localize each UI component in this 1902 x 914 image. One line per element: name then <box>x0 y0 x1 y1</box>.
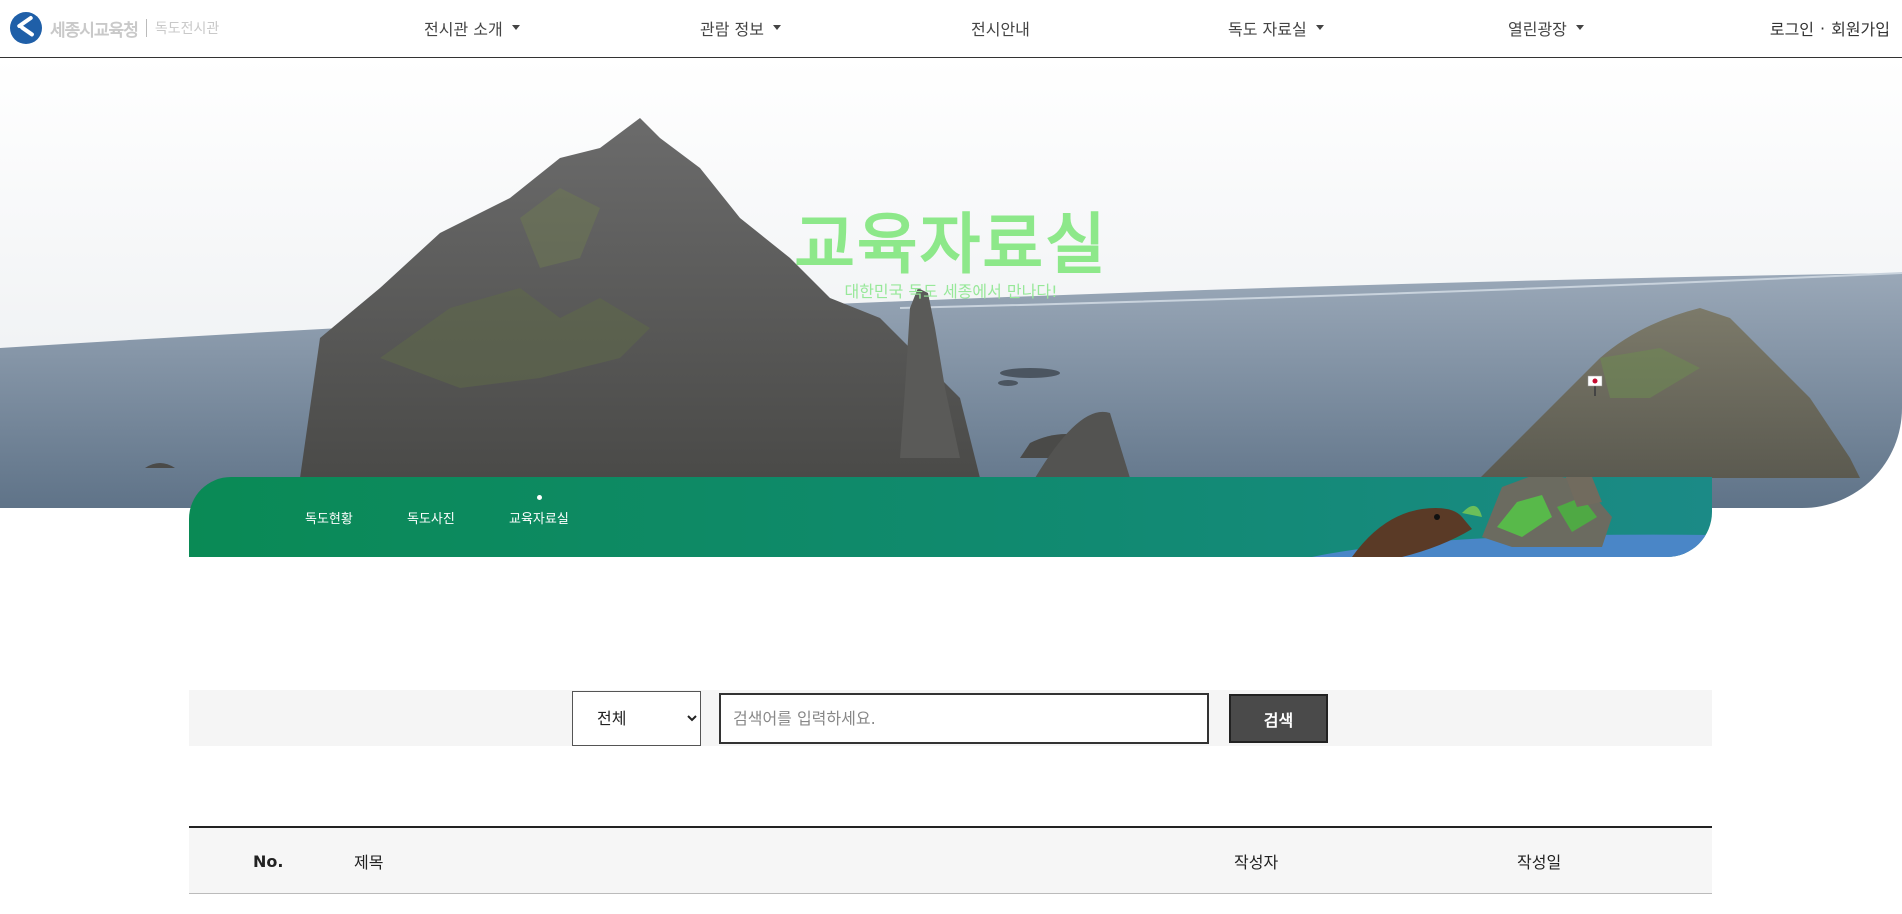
logo-text: 세종시교육청 <box>50 20 139 41</box>
nav-label: 열린광장 <box>1508 20 1567 39</box>
site-header: 세종시교육청 독도전시관 전시관 소개 관람 정보 전시안내 독도 자료실 열린… <box>0 0 1902 58</box>
logo-subtitle: 독도전시관 <box>154 21 220 37</box>
page-subtitle: 대한민국 독도 세종에서 만나다! <box>844 282 1058 301</box>
nav-label: 전시안내 <box>971 20 1030 39</box>
section-subnav: 독도현황 독도사진 교육자료실 <box>189 477 1712 557</box>
column-header-no: No. <box>253 851 284 871</box>
site-logo[interactable]: 세종시교육청 독도전시관 <box>10 12 219 44</box>
column-header-author: 작성자 <box>1234 853 1279 872</box>
auth-separator: · <box>1820 18 1826 38</box>
logo-separator <box>145 19 147 37</box>
nav-item-exhibition[interactable]: 전시안내 <box>971 0 1030 56</box>
subnav-item-status[interactable]: 독도현황 <box>305 508 353 527</box>
page-title: 교육자료실 <box>794 206 1108 283</box>
nav-item-about[interactable]: 전시관 소개 <box>424 0 520 56</box>
caret-down-icon <box>1315 24 1324 30</box>
caret-down-icon <box>1575 24 1584 30</box>
column-header-date: 작성일 <box>1517 853 1562 872</box>
nav-item-dokdo-archive[interactable]: 독도 자료실 <box>1228 0 1324 56</box>
sea-lion-mascot-illustration <box>1312 477 1712 557</box>
board-table-header: No. 제목 작성자 작성일 <box>189 826 1712 894</box>
subnav-item-education[interactable]: 교육자료실 <box>509 495 569 527</box>
auth-links: 로그인 · 회원가입 <box>1770 0 1890 56</box>
join-link[interactable]: 회원가입 <box>1831 16 1890 40</box>
nav-item-open-square[interactable]: 열린광장 <box>1508 0 1584 56</box>
nav-label: 관람 정보 <box>700 20 764 39</box>
caret-down-icon <box>511 24 520 30</box>
caret-down-icon <box>772 24 781 30</box>
search-category-select[interactable]: 전체 <box>572 691 701 746</box>
hero-banner: 교육자료실 대한민국 독도 세종에서 만나다! <box>0 58 1902 508</box>
search-bar: 전체 검색 <box>189 690 1712 746</box>
logo-emblem-icon <box>10 12 42 44</box>
login-link[interactable]: 로그인 <box>1770 16 1814 40</box>
nav-label: 전시관 소개 <box>424 20 503 39</box>
column-header-title: 제목 <box>354 853 384 872</box>
nav-label: 독도 자료실 <box>1228 20 1307 39</box>
search-input[interactable] <box>719 693 1209 744</box>
nav-item-visit-info[interactable]: 관람 정보 <box>700 0 781 56</box>
subnav-item-photos[interactable]: 독도사진 <box>407 508 455 527</box>
search-button[interactable]: 검색 <box>1229 694 1328 743</box>
